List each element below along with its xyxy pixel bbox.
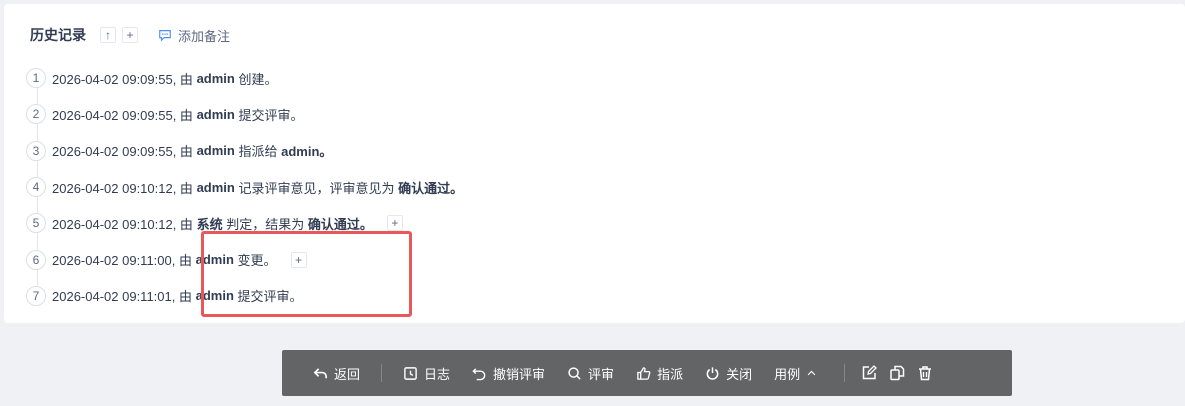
power-icon [706, 366, 719, 380]
history-header: 历史记录 ↑ + 添加备注 [30, 24, 230, 46]
history-item-number: 2 [26, 104, 46, 125]
history-item-actor: admin [195, 252, 234, 268]
comment-icon [159, 30, 171, 42]
back-button[interactable]: 返回 [302, 350, 371, 396]
copy-button[interactable] [883, 350, 911, 396]
copy-icon [890, 365, 905, 381]
back-arrow-icon [313, 367, 327, 378]
history-item-time: 2026-04-02 09:11:01, 由 [52, 289, 192, 305]
history-item-actor: admin [196, 179, 235, 195]
history-item: 5 2026-04-02 09:10:12, 由 系统 判定，结果为 确认通过。… [26, 205, 463, 241]
history-item-action: 变更。 [237, 253, 277, 269]
history-item-action: 记录评审意见，评审意见为 [238, 180, 395, 196]
history-item-time: 2026-04-02 09:10:12, 由 [52, 216, 193, 232]
history-item-action: 指派给 [238, 144, 278, 160]
history-item-time: 2026-04-02 09:09:55, 由 [52, 71, 193, 87]
hand-point-icon [637, 366, 651, 380]
history-item-number: 7 [26, 285, 46, 306]
add-note-label: 添加备注 [178, 28, 231, 44]
history-item-time: 2026-04-02 09:10:12, 由 [52, 180, 193, 196]
history-item: 4 2026-04-02 09:10:12, 由 admin 记录评审意见，评审… [26, 169, 463, 205]
history-item-time: 2026-04-02 09:09:55, 由 [52, 107, 193, 123]
history-timeline: 1 2026-04-02 09:09:55, 由 admin 创建。 2 202… [26, 60, 463, 314]
history-item-extra: 确认通过。 [307, 216, 373, 232]
chevron-up-icon [807, 370, 816, 375]
toolbar-divider [844, 364, 846, 382]
clock-log-icon [404, 366, 417, 380]
history-item-action: 提交评审。 [238, 107, 304, 123]
history-item-actor: admin [196, 106, 235, 122]
history-item-number: 3 [26, 140, 46, 161]
history-item: 6 2026-04-02 09:11:00, 由 admin 变更。 + [26, 241, 463, 277]
expand-all-button[interactable]: + [122, 27, 138, 43]
sort-up-button[interactable]: ↑ [100, 27, 116, 43]
history-item-actor: admin [196, 70, 235, 86]
search-icon [568, 366, 581, 380]
history-item-time: 2026-04-02 09:09:55, 由 [52, 144, 193, 160]
history-item-number: 5 [26, 213, 46, 234]
add-note-button[interactable]: 添加备注 [158, 26, 230, 45]
undo-review-button[interactable]: 撤销评审 [461, 350, 556, 396]
review-label: 评审 [588, 366, 615, 382]
history-item-actor: admin [196, 143, 235, 159]
undo-icon [472, 367, 486, 380]
back-label: 返回 [334, 366, 361, 382]
edit-button[interactable] [855, 350, 883, 396]
action-toolbar: 返回 日志 撤销评审 评审 指派 关闭 用例 [282, 350, 1012, 396]
history-item-number: 6 [26, 249, 46, 270]
history-item-action: 创建。 [238, 71, 278, 87]
toolbar-divider [381, 364, 383, 382]
history-title: 历史记录 [30, 27, 86, 43]
history-item-time: 2026-04-02 09:11:00, 由 [52, 253, 192, 269]
history-item-actor: admin [195, 288, 234, 304]
assign-button[interactable]: 指派 [625, 350, 694, 396]
history-item-number: 4 [26, 177, 46, 198]
history-item-extra: 确认通过。 [398, 180, 464, 196]
edit-icon [862, 365, 878, 380]
history-item-action: 判定，结果为 [226, 216, 305, 232]
delete-button[interactable] [911, 350, 939, 396]
log-button[interactable]: 日志 [392, 350, 461, 396]
trash-icon [919, 366, 932, 381]
history-item-number: 1 [26, 68, 46, 89]
expand-details-button[interactable]: + [290, 251, 307, 268]
history-item-action: 提交评审。 [237, 289, 303, 305]
close-button[interactable]: 关闭 [694, 350, 763, 396]
history-item-extra: admin。 [281, 144, 333, 160]
history-item: 7 2026-04-02 09:11:01, 由 admin 提交评审。 [26, 278, 463, 314]
close-label: 关闭 [726, 366, 753, 382]
undo-review-label: 撤销评审 [493, 366, 546, 382]
history-item: 3 2026-04-02 09:09:55, 由 admin 指派给 admin… [26, 133, 463, 169]
assign-label: 指派 [657, 366, 684, 382]
history-item-actor: 系统 [196, 216, 223, 232]
history-item: 2 2026-04-02 09:09:55, 由 admin 提交评审。 [26, 96, 463, 132]
review-button[interactable]: 评审 [556, 350, 625, 396]
log-label: 日志 [424, 366, 451, 382]
history-item: 1 2026-04-02 09:09:55, 由 admin 创建。 [26, 60, 463, 96]
expand-details-button[interactable]: + [386, 215, 403, 232]
use-case-dropdown[interactable]: 用例 [763, 350, 834, 396]
use-case-label: 用例 [774, 366, 801, 382]
